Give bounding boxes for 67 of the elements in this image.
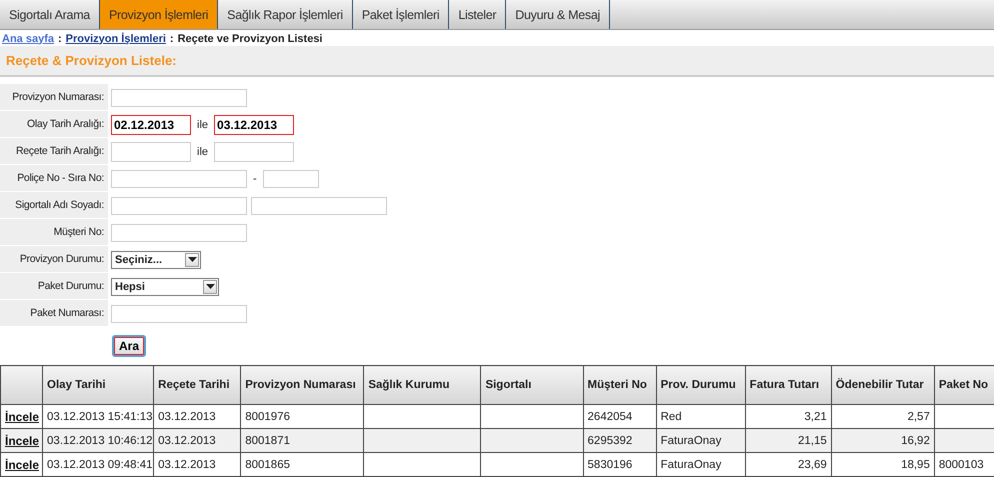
input-field[interactable] — [111, 142, 191, 162]
column-header: Paket No — [934, 366, 994, 404]
field-label: Reçete Tarih Aralığı: — [0, 138, 108, 165]
input-field[interactable] — [214, 142, 294, 162]
table-cell: 6295392 — [588, 434, 632, 446]
field-label: Paket Durumu: — [0, 273, 108, 300]
field-label: Poliçe No - Sıra No: — [0, 165, 108, 192]
table-cell: 23,69 — [798, 458, 827, 470]
table-cell: 21,15 — [798, 434, 827, 446]
field-label: Provizyon Numarası: — [0, 84, 108, 111]
table-cell: 8001865 — [245, 458, 290, 470]
table-cell: 8000103 — [938, 458, 984, 470]
field-label: Müşteri No: — [0, 219, 108, 246]
table-cell: 8001976 — [245, 410, 290, 422]
column-header: Prov. Durumu — [656, 366, 746, 404]
section-title: Reçete & Provizyon Listele: — [6, 53, 176, 68]
table-cell: 18,95 — [901, 458, 930, 470]
column-header: Olay Tarihi — [42, 366, 154, 404]
column-header: Fatura Tutarı — [745, 366, 832, 404]
input-field[interactable] — [111, 304, 247, 322]
breadcrumb-current: Reçete ve Provizyon Listesi — [178, 32, 322, 44]
field-label: Provizyon Durumu: — [0, 246, 108, 273]
table-cell: FaturaOnay — [660, 458, 722, 470]
input-field[interactable] — [251, 196, 387, 214]
table-cell: 03.12.2013 — [158, 434, 216, 446]
table-cell: 16,92 — [901, 434, 930, 446]
column-header: Ödenebilir Tutar — [831, 366, 934, 404]
table-cell: 03.12.2013 09:48:41 — [47, 458, 153, 470]
table-cell: 8001871 — [245, 434, 290, 446]
table-cell: 5830196 — [588, 458, 632, 470]
field-label: Paket Numarası: — [0, 300, 108, 327]
breadcrumb-separator: : — [58, 32, 62, 44]
input-field[interactable] — [262, 170, 319, 188]
range-separator: ile — [196, 118, 210, 130]
table-cell: 2642054 — [588, 410, 632, 422]
search-button[interactable]: Ara — [112, 335, 146, 357]
table-cell: Red — [660, 410, 682, 422]
table-cell: 03.12.2013 15:41:13 — [47, 410, 153, 422]
dropdown[interactable]: Hepsi — [111, 278, 219, 296]
range-separator: ile — [196, 146, 210, 158]
table-cell: 2,57 — [907, 410, 930, 422]
column-header: Müşteri No — [583, 366, 656, 404]
table-cell: 03.12.2013 — [158, 410, 216, 422]
table-cell: 03.12.2013 10:46:12 — [47, 434, 153, 446]
dropdown-value: Hepsi — [115, 280, 145, 292]
table-cell: 03.12.2013 — [158, 458, 216, 470]
column-header: Reçete Tarihi — [154, 366, 241, 404]
breadcrumb-separator: : — [170, 32, 174, 44]
input-field[interactable] — [111, 170, 247, 188]
range-separator: - — [252, 172, 258, 184]
input-field[interactable]: 03.12.2013 — [214, 114, 294, 134]
dropdown-value: Seçiniz... — [115, 254, 162, 266]
field-label: Olay Tarih Aralığı: — [0, 111, 108, 138]
field-label: Sigortalı Adı Soyadı: — [0, 192, 108, 219]
table-cell: 3,21 — [804, 410, 827, 422]
column-header: Sigortalı — [480, 366, 584, 404]
nav-tab[interactable]: Provizyon İşlemleri — [100, 0, 218, 29]
breadcrumb-link[interactable]: Ana sayfa — [2, 32, 54, 44]
input-field[interactable] — [111, 196, 247, 214]
column-header: Sağlık Kurumu — [364, 366, 481, 404]
breadcrumb-link[interactable]: Provizyon İşlemleri — [66, 32, 166, 44]
table-cell: FaturaOnay — [660, 434, 722, 446]
input-field[interactable] — [111, 224, 247, 242]
dropdown[interactable]: Seçiniz... — [111, 250, 201, 268]
input-field[interactable] — [111, 88, 247, 106]
column-header: Provizyon Numarası — [240, 366, 364, 404]
input-field[interactable]: 02.12.2013 — [111, 114, 191, 134]
